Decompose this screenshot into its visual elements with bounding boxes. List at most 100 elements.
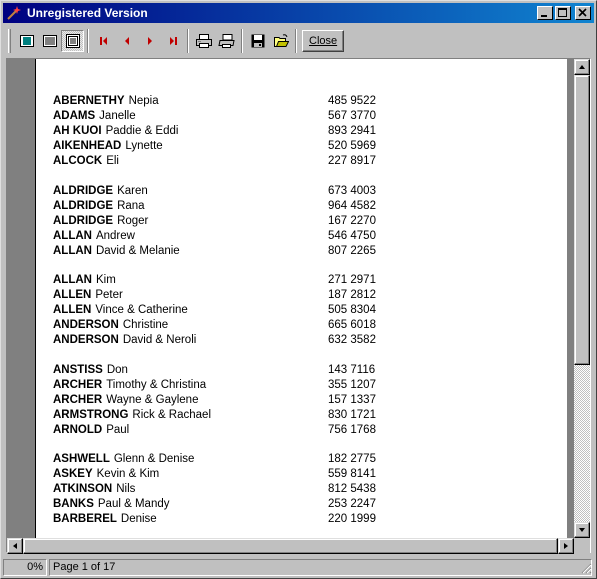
given-name: Paul & Mandy: [97, 498, 170, 510]
horizontal-scrollbar[interactable]: [7, 538, 574, 554]
listing-row: ATKINSON Nils 812 5438: [53, 482, 553, 497]
toolbar-separator: [187, 29, 189, 53]
toolbar-grip[interactable]: [8, 29, 11, 53]
surname: ASHWELL: [53, 453, 110, 465]
phone-number: 520 5969: [328, 140, 376, 152]
surname: ANDERSON: [53, 334, 119, 346]
surname: AIKENHEAD: [53, 140, 122, 152]
surname: ANSTISS: [53, 363, 103, 376]
surname: ALLEN: [53, 304, 92, 316]
close-window-button[interactable]: [575, 6, 591, 20]
save-icon[interactable]: [246, 30, 269, 52]
print-icon[interactable]: [215, 30, 238, 52]
listing-row: ARCHER Wayne & Gaylene 157 1337: [53, 393, 553, 408]
listing-row: ANDERSON Christine 665 6018: [53, 318, 553, 333]
surname: ARMSTRONG: [53, 408, 129, 421]
phone-number: 893 2941: [328, 125, 376, 137]
given-name: David & Melanie: [95, 244, 180, 257]
zoom-level: 0%: [3, 558, 47, 576]
listing-row: ADAMS Janelle 567 3770: [53, 109, 553, 124]
given-name: Rick & Rachael: [132, 408, 212, 421]
given-name: Roger: [117, 214, 149, 227]
listing-row: ALLAN David & Melanie 807 2265: [53, 244, 553, 259]
given-name: Nepia: [128, 95, 159, 107]
listing-row: ARMSTRONG Rick & Rachael 830 1721: [53, 408, 553, 423]
page-indicator: Page 1 of 17: [49, 558, 592, 576]
phone-number: 567 3770: [328, 110, 376, 122]
given-name: Paddie & Eddi: [105, 125, 179, 137]
surname: ALDRIDGE: [53, 184, 114, 197]
scroll-down-icon[interactable]: [574, 522, 590, 538]
surname: ALLAN: [53, 244, 92, 257]
phone-number: 187 2812: [328, 289, 376, 301]
listing-row: ALLAN Kim 271 2971: [53, 273, 553, 288]
last-page-icon[interactable]: [161, 30, 184, 52]
toolbar-separator: [241, 29, 243, 53]
listing-row: BARBEREL Denise 220 1999: [53, 512, 553, 527]
given-name: Andrew: [95, 229, 135, 242]
status-bar: 0% Page 1 of 17: [3, 558, 594, 576]
whole-page-icon[interactable]: [61, 30, 84, 52]
print-setup-icon[interactable]: [192, 30, 215, 52]
scroll-right-icon[interactable]: [558, 538, 574, 554]
close-preview-button[interactable]: Close: [302, 30, 345, 52]
given-name: Paul: [106, 423, 130, 436]
surname: ASKEY: [53, 468, 93, 480]
maximize-button[interactable]: [555, 6, 571, 20]
listing-row: ALCOCK Eli 227 8917: [53, 154, 553, 169]
phone-number: 559 8141: [328, 468, 376, 480]
given-name: Denise: [120, 513, 157, 525]
phone-number: 632 3582: [328, 334, 376, 346]
preview-viewport[interactable]: ABERNETHY Nepia 485 9522 ADAMS Janelle 567 37…: [6, 58, 591, 553]
listing-row: ALDRIDGE Rana 964 4582: [53, 199, 553, 214]
given-name: Vince & Catherine: [95, 304, 188, 316]
listing-row: AH KUOI Paddie & Eddi 893 2941: [53, 124, 553, 139]
scroll-up-icon[interactable]: [574, 59, 590, 75]
surname: ALLAN: [53, 229, 92, 242]
listing-row: ALLEN Vince & Catherine 505 8304: [53, 303, 553, 318]
listing-row: ANSTISS Don 143 7116: [53, 363, 553, 378]
phone-number: 157 1337: [328, 393, 376, 406]
surname: ARCHER: [53, 393, 103, 406]
given-name: Timothy & Christina: [106, 378, 207, 391]
report-page: ABERNETHY Nepia 485 9522 ADAMS Janelle 567 37…: [35, 59, 567, 552]
surname: ALLAN: [53, 274, 92, 286]
phone-number: 673 4003: [328, 184, 376, 197]
phone-number: 665 6018: [328, 319, 376, 331]
preview-window: Unregistered Version Close ABERNETHY Nep…: [0, 0, 597, 579]
phone-number: 167 2270: [328, 214, 376, 227]
toolbar-separator: [87, 29, 89, 53]
vertical-scroll-thumb[interactable]: [574, 75, 590, 365]
minimize-button[interactable]: [537, 6, 553, 20]
phone-number: 220 1999: [328, 513, 376, 525]
given-name: Glenn & Denise: [113, 453, 195, 465]
listing-row: ALLEN Peter 187 2812: [53, 288, 553, 303]
listing-row: ASKEY Kevin & Kim 559 8141: [53, 467, 553, 482]
listing-row: ALLAN Andrew 546 4750: [53, 229, 553, 244]
listing-row: ABERNETHY Nepia 485 9522: [53, 94, 553, 109]
page-width-icon[interactable]: [15, 30, 38, 52]
surname: ADAMS: [53, 110, 96, 122]
surname: ALLEN: [53, 289, 92, 301]
phone-number: 143 7116: [328, 363, 376, 376]
surname: BANKS: [53, 498, 94, 510]
phone-number: 182 2775: [328, 453, 376, 465]
preview-toolbar: Close: [3, 25, 594, 57]
phone-number: 964 4582: [328, 199, 376, 212]
listing-row: ARCHER Timothy & Christina 355 1207: [53, 378, 553, 393]
open-icon[interactable]: [269, 30, 292, 52]
phone-number: 546 4750: [328, 229, 376, 242]
vertical-scrollbar[interactable]: [574, 59, 590, 538]
next-page-icon[interactable]: [138, 30, 161, 52]
two-pages-icon[interactable]: [38, 30, 61, 52]
resize-grip-icon[interactable]: [580, 562, 592, 574]
surname: ATKINSON: [53, 483, 113, 495]
surname: ALDRIDGE: [53, 214, 114, 227]
previous-page-icon[interactable]: [115, 30, 138, 52]
title-bar[interactable]: Unregistered Version: [3, 3, 594, 23]
given-name: Kim: [95, 274, 116, 286]
phone-number: 505 8304: [328, 304, 376, 316]
first-page-icon[interactable]: [92, 30, 115, 52]
scroll-left-icon[interactable]: [7, 538, 23, 554]
horizontal-scroll-thumb[interactable]: [23, 538, 558, 554]
